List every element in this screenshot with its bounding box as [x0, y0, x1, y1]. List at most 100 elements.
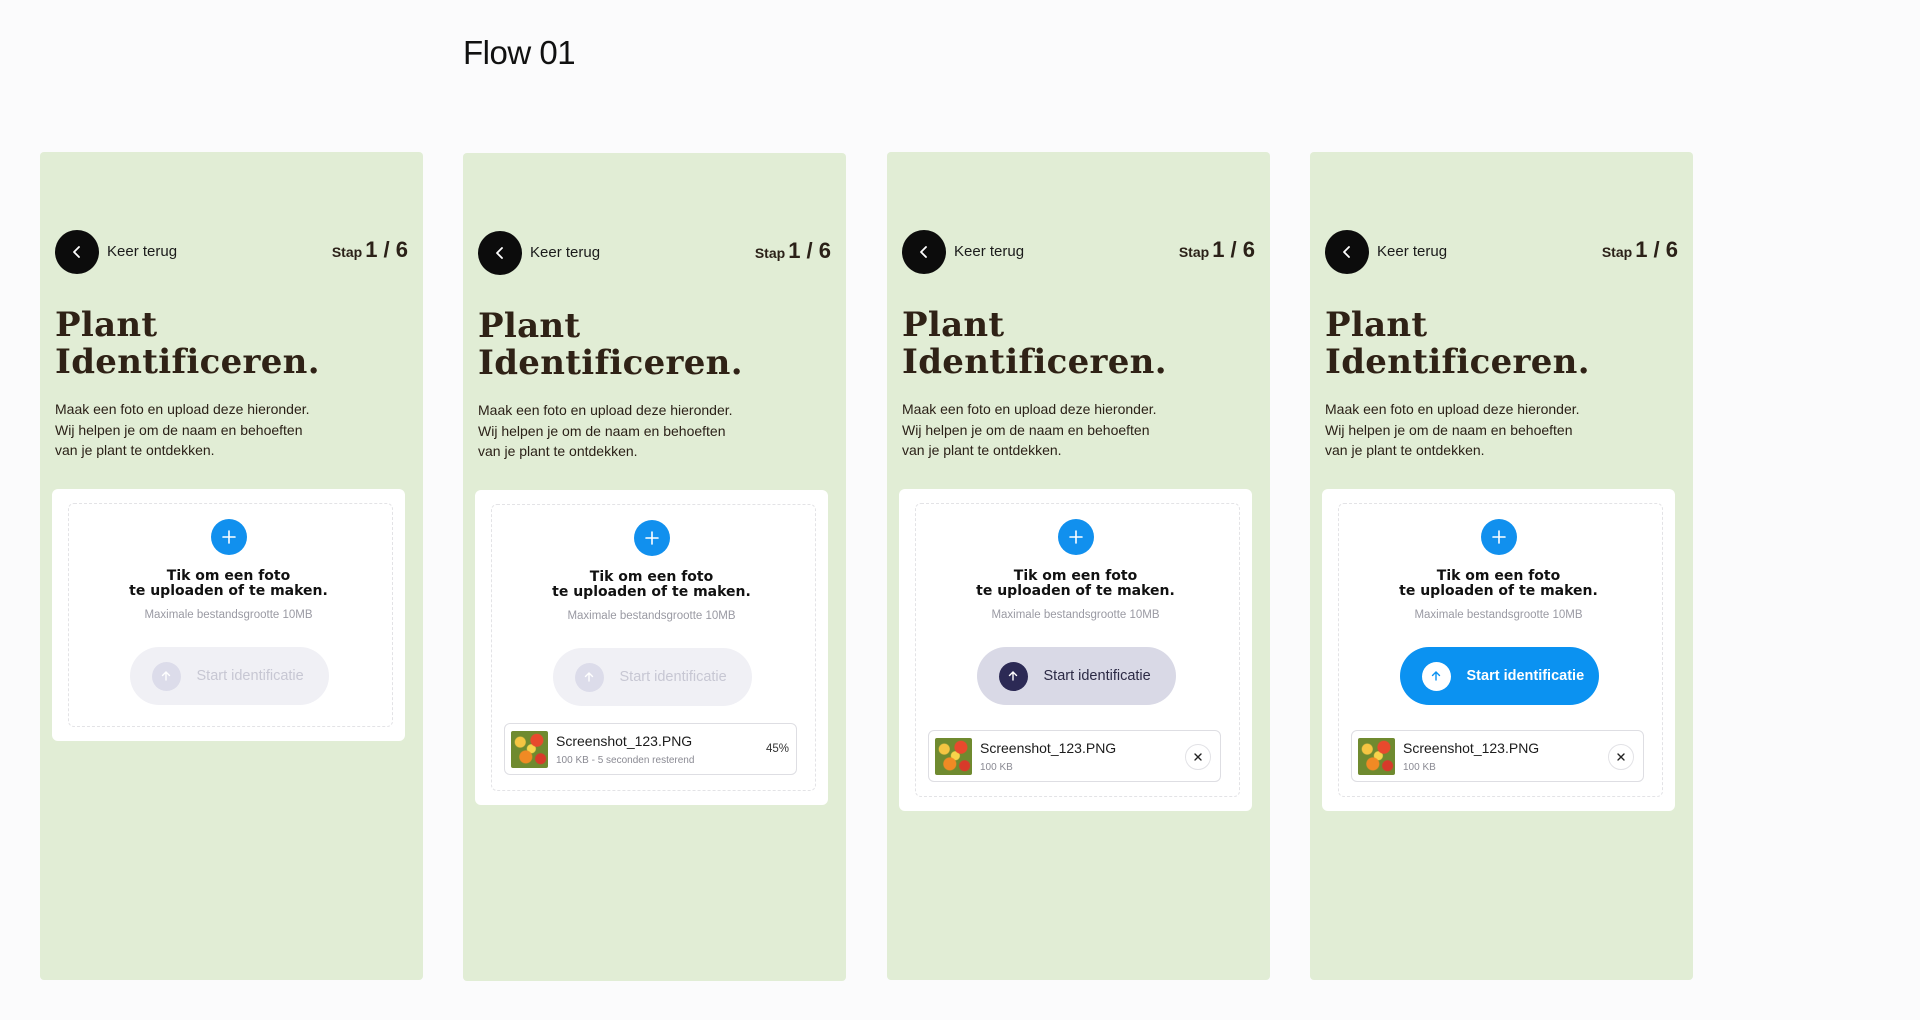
- step-indicator: Stap 1 / 6: [332, 237, 408, 263]
- upload-card: Tik om een foto te uploaden of te maken. …: [1322, 489, 1675, 811]
- tap-line: te uploaden of te maken.: [552, 584, 751, 600]
- top-bar: Keer terug Stap 1 / 6: [902, 230, 1255, 274]
- desc-line: Wij helpen je om de naam en behoeften: [902, 421, 1150, 438]
- start-label: Start identificatie: [619, 669, 727, 685]
- back-label[interactable]: Keer terug: [954, 243, 1024, 260]
- desc-line: van je plant te ontdekken.: [902, 442, 1062, 458]
- start-label: Start identificatie: [196, 668, 304, 684]
- arrow-up-icon: [584, 672, 594, 682]
- description: Maak een foto en upload deze hieronder. W…: [55, 399, 355, 461]
- add-photo-button[interactable]: [210, 519, 247, 555]
- title-line: Identificeren.: [1325, 342, 1590, 382]
- plus-icon: [644, 531, 659, 545]
- start-identification-button[interactable]: Start identificatie: [1399, 647, 1599, 705]
- back-button[interactable]: [478, 231, 522, 275]
- top-bar: Keer terug Stap 1 / 6: [1325, 230, 1678, 274]
- desc-line: Maak een foto en upload deze hieronder.: [902, 401, 1157, 417]
- step-word: Stap: [1601, 244, 1633, 260]
- plus-icon: [1068, 530, 1083, 544]
- remove-file-button[interactable]: [1185, 744, 1211, 770]
- step-value: 1 / 6: [365, 237, 408, 262]
- file-meta: 100 KB: [980, 762, 1013, 773]
- step-value: 1 / 6: [788, 238, 831, 263]
- upload-arrow: [1421, 661, 1451, 691]
- desc-line: Maak een foto en upload deze hieronder.: [1325, 401, 1580, 417]
- arrow-up-icon: [1008, 671, 1018, 681]
- upload-card: Tik om een foto te uploaden of te maken. …: [899, 489, 1252, 811]
- start-identification-button[interactable]: Start identificatie: [129, 647, 329, 705]
- chevron-left-icon: [1343, 246, 1350, 258]
- desc-line: Wij helpen je om de naam en behoeften: [55, 421, 303, 438]
- description: Maak een foto en upload deze hieronder. W…: [1325, 399, 1625, 461]
- file-row: Screenshot_123.PNG 100 KB: [1351, 730, 1644, 782]
- upload-card: Tik om een foto te uploaden of te maken. …: [475, 490, 828, 805]
- file-meta: 100 KB - 5 seconden resterend: [556, 755, 695, 766]
- arrow-up-icon: [1431, 671, 1441, 681]
- page-title: Plant Identificeren.: [902, 307, 1167, 381]
- chevron-left-icon: [496, 247, 503, 259]
- flow-title: Flow 01: [463, 34, 576, 71]
- tap-to-upload-text: Tik om een foto te uploaden of te maken.: [475, 570, 828, 600]
- desc-line: Wij helpen je om de naam en behoeften: [478, 422, 726, 439]
- page-title: Plant Identificeren.: [55, 307, 320, 381]
- page-title: Plant Identificeren.: [1325, 307, 1590, 381]
- file-thumbnail: [511, 731, 548, 768]
- file-name: Screenshot_123.PNG: [556, 733, 693, 749]
- desc-line: van je plant te ontdekken.: [478, 443, 638, 459]
- file-row: Screenshot_123.PNG 100 KB - 5 seconden r…: [504, 723, 797, 775]
- title-line: Plant: [478, 306, 581, 346]
- back-button[interactable]: [1325, 230, 1369, 274]
- file-meta: 100 KB: [1403, 762, 1436, 773]
- tap-line: te uploaden of te maken.: [129, 583, 328, 599]
- max-size-hint: Maximale bestandsgrootte 10MB: [567, 610, 736, 622]
- chevron-left-icon: [73, 246, 80, 258]
- desc-line: van je plant te ontdekken.: [1325, 442, 1485, 458]
- start-label: Start identificatie: [1043, 668, 1151, 684]
- start-identification-button[interactable]: Start identificatie: [976, 647, 1176, 705]
- upload-arrow: [574, 662, 604, 692]
- step-word: Stap: [754, 245, 786, 261]
- close-icon: [1617, 753, 1625, 761]
- tap-line: Tik om een foto: [1436, 568, 1561, 584]
- upload-progress: 45%: [765, 743, 789, 755]
- step-value: 1 / 6: [1212, 237, 1255, 262]
- add-photo-button[interactable]: [1057, 519, 1094, 555]
- tap-line: te uploaden of te maken.: [1399, 583, 1598, 599]
- desc-line: Wij helpen je om de naam en behoeften: [1325, 421, 1573, 438]
- top-bar: Keer terug Stap 1 / 6: [55, 230, 408, 274]
- step-value: 1 / 6: [1635, 237, 1678, 262]
- add-photo-button[interactable]: [633, 520, 670, 556]
- tap-line: Tik om een foto: [1013, 568, 1138, 584]
- file-name: Screenshot_123.PNG: [980, 740, 1117, 756]
- title-line: Identificeren.: [902, 342, 1167, 382]
- close-icon: [1194, 753, 1202, 761]
- back-label[interactable]: Keer terug: [1377, 243, 1447, 260]
- step-word: Stap: [331, 244, 363, 260]
- title-line: Plant: [55, 305, 158, 345]
- top-bar: Keer terug Stap 1 / 6: [478, 231, 831, 275]
- start-label: Start identificatie: [1466, 668, 1585, 684]
- tap-line: Tik om een foto: [166, 568, 291, 584]
- remove-file-button[interactable]: [1608, 744, 1634, 770]
- upload-arrow: [998, 661, 1028, 691]
- tap-line: te uploaden of te maken.: [976, 583, 1175, 599]
- description: Maak een foto en upload deze hieronder. W…: [478, 400, 778, 462]
- max-size-hint: Maximale bestandsgrootte 10MB: [144, 609, 313, 621]
- upload-card: Tik om een foto te uploaden of te maken. …: [52, 489, 405, 741]
- add-photo-button[interactable]: [1480, 519, 1517, 555]
- step-word: Stap: [1178, 244, 1210, 260]
- file-row: Screenshot_123.PNG 100 KB: [928, 730, 1221, 782]
- start-identification-button[interactable]: Start identificatie: [552, 648, 752, 706]
- back-button[interactable]: [902, 230, 946, 274]
- arrow-up-icon: [161, 671, 171, 681]
- back-label[interactable]: Keer terug: [530, 244, 600, 261]
- file-thumbnail: [1358, 738, 1395, 775]
- tap-line: Tik om een foto: [589, 569, 714, 585]
- desc-line: van je plant te ontdekken.: [55, 442, 215, 458]
- chevron-left-icon: [920, 246, 927, 258]
- screen-uploaded: Keer terug Stap 1 / 6 Plant Identificeren.…: [887, 152, 1270, 980]
- back-label[interactable]: Keer terug: [107, 243, 177, 260]
- back-button[interactable]: [55, 230, 99, 274]
- title-line: Plant: [902, 305, 1005, 345]
- screen-ready: Keer terug Stap 1 / 6 Plant Identificeren.…: [1310, 152, 1693, 980]
